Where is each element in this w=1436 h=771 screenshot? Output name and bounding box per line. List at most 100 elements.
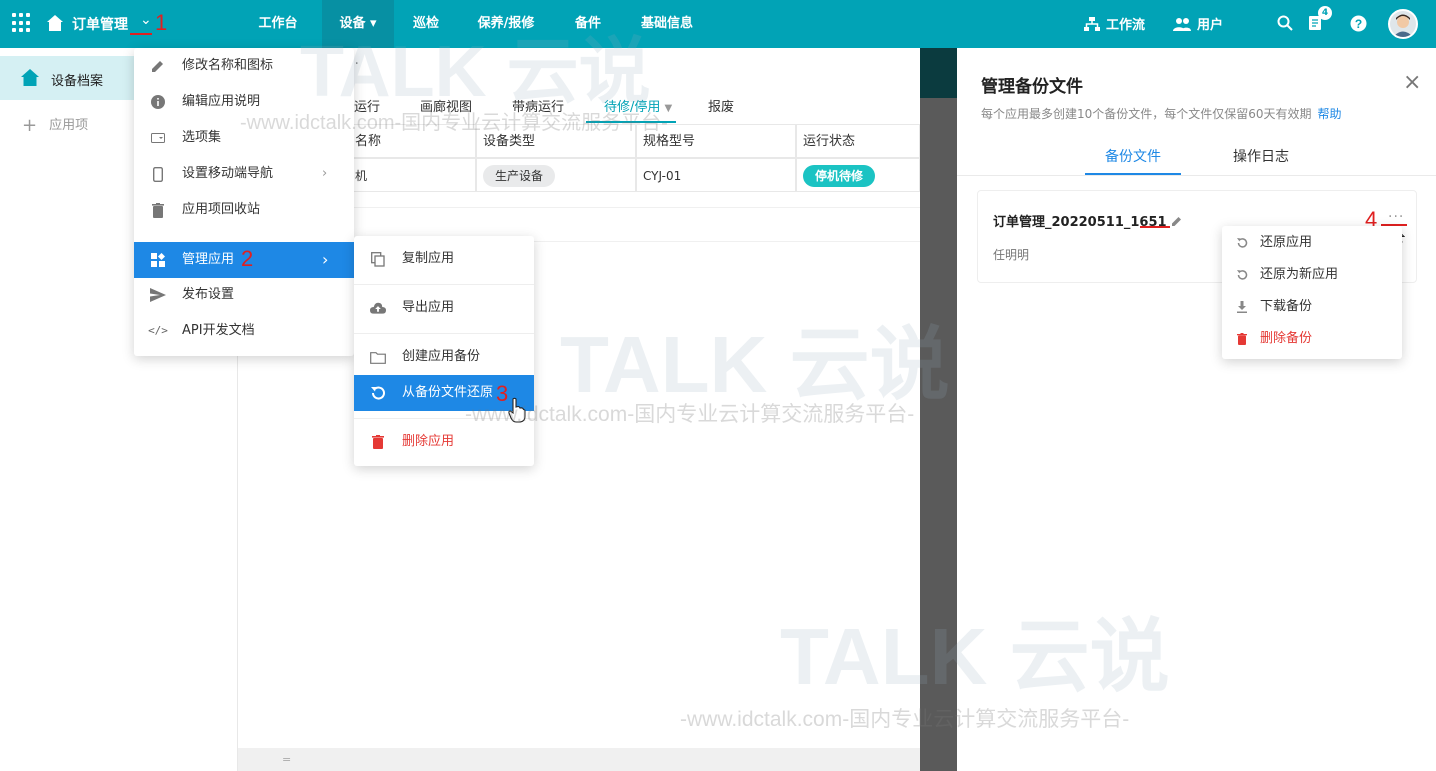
tab-backup-files[interactable]: 备份文件 [1105, 146, 1161, 166]
menu-item-rename[interactable]: 修改名称和图标 [134, 48, 354, 84]
help-link[interactable]: 帮助 [1318, 107, 1342, 121]
menu-item-restore-app[interactable]: 还原应用 [1222, 226, 1402, 258]
table-cell[interactable]: 停机待修 [796, 158, 920, 192]
tab-pending-repair[interactable]: 待修/停用 ▼ [604, 96, 672, 115]
tab-gallery[interactable]: 画廊视图 [420, 96, 472, 115]
menu-item-label: 修改名称和图标 [182, 58, 274, 73]
manage-app-submenu: 复制应用 导出应用 创建应用备份 从备份文件还原 删除应用 [354, 236, 534, 466]
more-options-icon[interactable]: ··· [1388, 209, 1404, 225]
select-box-icon [150, 130, 166, 146]
folder-cloud-icon [370, 349, 386, 365]
restore-icon [1234, 235, 1250, 251]
column-header[interactable]: 运行状态 [796, 124, 920, 158]
menu-item-create-backup[interactable]: 创建应用备份 [354, 339, 534, 375]
download-icon [1234, 299, 1250, 315]
add-app-item-label: 应用项 [49, 118, 89, 133]
annotation-underline [1140, 226, 1170, 228]
modal-backdrop [920, 48, 957, 771]
active-tab-underline [586, 121, 676, 123]
chevron-right-icon: › [322, 166, 328, 181]
menu-item-label: 应用项回收站 [182, 202, 261, 217]
home-icon [21, 69, 39, 86]
code-icon: </> [148, 324, 168, 337]
menu-item-label: 复制应用 [402, 251, 455, 266]
menu-item-edit-description[interactable]: 编辑应用说明 [134, 84, 354, 120]
help-icon[interactable]: ? [1348, 13, 1368, 33]
menu-item-delete-app[interactable]: 删除应用 [354, 424, 534, 460]
column-header[interactable]: 规格型号 [636, 124, 796, 158]
menu-item-label: API开发文档 [182, 323, 255, 338]
notification-badge: 4 [1318, 6, 1332, 20]
add-app-item-button[interactable]: + 应用项 [22, 114, 88, 136]
pencil-icon [150, 58, 166, 74]
annotation-1: 1 [155, 10, 168, 35]
sidebar-item-label: 设备档案 [51, 74, 104, 89]
menu-item-label: 管理应用 [182, 252, 235, 267]
menu-item-restore-as-new[interactable]: 还原为新应用 [1222, 258, 1402, 290]
menu-item-label: 删除备份 [1260, 331, 1313, 346]
divider [354, 284, 534, 285]
mobile-icon [150, 166, 166, 182]
workflow-icon [1084, 16, 1100, 31]
users-label: 用户 [1197, 18, 1224, 33]
svg-text:?: ? [1354, 17, 1361, 31]
active-tab-underline [1085, 173, 1181, 175]
menu-item-publish-settings[interactable]: 发布设置 [134, 277, 354, 313]
menu-item-download-backup[interactable]: 下载备份 [1222, 290, 1402, 322]
tab-running[interactable]: 运行 [354, 96, 380, 115]
table-cell[interactable]: 机 [348, 158, 476, 192]
menu-item-mobile-nav[interactable]: 设置移动端导航 › [134, 156, 354, 192]
info-icon [150, 94, 166, 110]
menu-item-export-app[interactable]: 导出应用 [354, 290, 534, 326]
menu-item-delete-backup[interactable]: 删除备份 [1222, 322, 1402, 354]
pencil-icon[interactable] [1171, 215, 1183, 227]
tab-operation-log[interactable]: 操作日志 [1233, 146, 1289, 166]
tab-scrapped[interactable]: 报废 [708, 96, 734, 115]
nav-equipment-label: 设备 [339, 16, 366, 31]
home-icon [47, 15, 63, 31]
column-header[interactable]: 名称 [348, 124, 476, 158]
menu-item-label: 创建应用备份 [402, 349, 481, 364]
close-icon[interactable]: × [1403, 70, 1421, 95]
menu-item-api-docs[interactable]: </> API开发文档 [134, 313, 354, 349]
nav-maintenance[interactable]: 保养/报修 [468, 0, 544, 48]
app-name[interactable]: 订单管理 [72, 14, 128, 34]
app-menu: 修改名称和图标 编辑应用说明 选项集 设置移动端导航 › 应用项回收站 管理应用… [134, 48, 354, 356]
menu-item-option-sets[interactable]: 选项集 [134, 120, 354, 156]
nav-equipment[interactable]: 设备 ▾ [322, 0, 394, 48]
nav-workbench[interactable]: 工作台 [248, 0, 308, 48]
avatar[interactable] [1388, 9, 1418, 39]
restore-icon [370, 385, 386, 401]
chevron-right-icon: › [322, 250, 329, 269]
menu-item-label: 选项集 [182, 130, 222, 145]
table-cell[interactable]: CYJ-01 [636, 158, 796, 192]
menu-item-recycle-bin[interactable]: 应用项回收站 [134, 192, 354, 228]
nav-spare-parts[interactable]: 备件 [564, 0, 612, 48]
tab-pending-repair-label: 待修/停用 [604, 100, 661, 115]
type-tag: 生产设备 [483, 165, 556, 187]
plus-icon: + [22, 115, 38, 136]
copy-icon [370, 251, 386, 267]
menu-item-label: 从备份文件还原 [402, 385, 494, 400]
tab-faulty-running[interactable]: 带病运行 [512, 96, 564, 115]
column-header[interactable]: 设备类型 [476, 124, 636, 158]
search-icon[interactable] [1275, 13, 1295, 33]
nav-basic-info[interactable]: 基础信息 [632, 0, 702, 48]
app-grid-icon[interactable] [12, 13, 32, 33]
divider [354, 333, 534, 334]
status-badge: 停机待修 [803, 165, 876, 187]
chevron-down-icon[interactable]: ⌄ [140, 12, 152, 28]
menu-item-label: 下载备份 [1260, 299, 1313, 314]
panel-description: 每个应用最多创建10个备份文件，每个文件仅保留60天有效期 帮助 [981, 105, 1342, 122]
footer-bar: = [238, 748, 920, 771]
workflow-link[interactable]: 工作流 [1084, 14, 1145, 33]
table-cell[interactable]: 生产设备 [476, 158, 636, 192]
menu-item-copy-app[interactable]: 复制应用 [354, 241, 534, 277]
caret-down-icon: ▼ [664, 103, 673, 114]
menu-item-label: 导出应用 [402, 300, 455, 315]
backup-panel: 管理备份文件 × 每个应用最多创建10个备份文件，每个文件仅保留60天有效期 帮助… [957, 48, 1436, 771]
modal-backdrop-top [920, 48, 957, 98]
users-link[interactable]: 用户 [1173, 14, 1223, 33]
nav-inspection[interactable]: 巡检 [402, 0, 450, 48]
panel-title: 管理备份文件 [981, 77, 1083, 97]
